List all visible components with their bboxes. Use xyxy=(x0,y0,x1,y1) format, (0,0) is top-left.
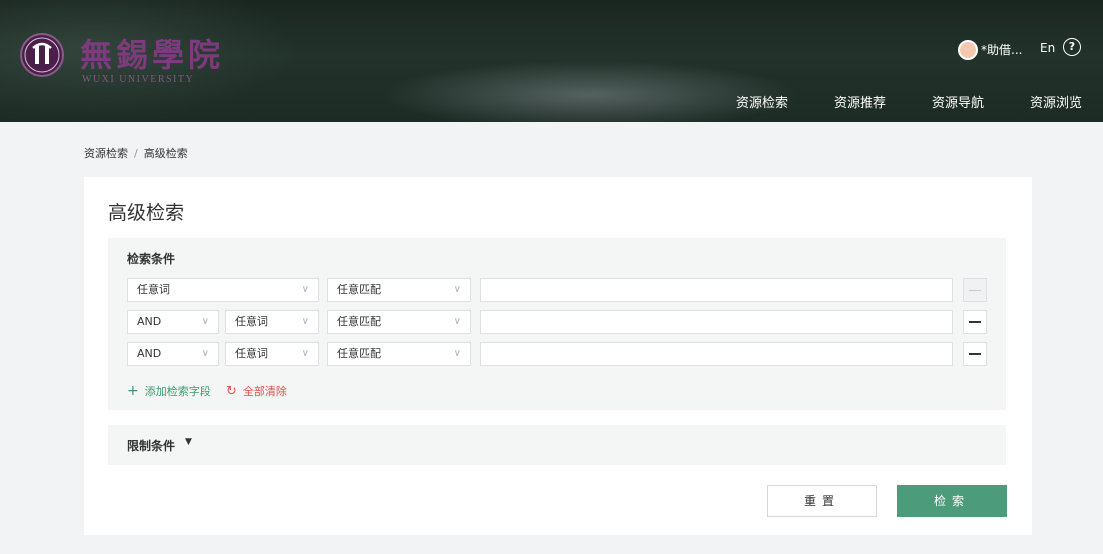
plus-icon: + xyxy=(127,383,139,399)
language-switch[interactable]: En xyxy=(1040,41,1055,55)
match-select-value: 任意匹配 xyxy=(337,347,381,360)
chevron-down-icon: ∨ xyxy=(453,284,461,295)
keyword-input-row-2[interactable] xyxy=(480,310,953,334)
field-select-row-1[interactable]: 任意词 ∨ xyxy=(127,278,319,302)
match-select-value: 任意匹配 xyxy=(337,283,381,296)
chevron-down-icon: ∨ xyxy=(301,316,309,327)
clear-all-label: 全部清除 xyxy=(242,385,287,398)
remove-row-button-1[interactable] xyxy=(963,278,987,302)
breadcrumb-item-resource-search[interactable]: 资源检索 xyxy=(84,147,128,160)
banner-highlight xyxy=(380,60,800,122)
help-icon[interactable]: ? xyxy=(1063,38,1081,56)
avatar[interactable] xyxy=(958,40,978,60)
nav-resource-recommend[interactable]: 资源推荐 xyxy=(834,92,886,111)
university-seal-logo[interactable] xyxy=(20,33,64,77)
match-select-row-1[interactable]: 任意匹配 ∨ xyxy=(327,278,471,302)
chevron-down-icon: ∨ xyxy=(301,284,309,295)
limits-title[interactable]: 限制条件 xyxy=(127,437,175,454)
field-select-row-3[interactable]: 任意词 ∨ xyxy=(225,342,319,366)
minus-icon xyxy=(969,353,981,355)
match-select-row-2[interactable]: 任意匹配 ∨ xyxy=(327,310,471,334)
logo-chinese-name: 無錫學院 xyxy=(80,36,225,74)
chevron-down-icon: ∨ xyxy=(301,348,309,359)
logic-select-value: AND xyxy=(137,315,162,328)
caret-down-icon[interactable]: ▼ xyxy=(185,437,192,447)
minus-icon xyxy=(969,289,981,291)
logic-select-value: AND xyxy=(137,347,162,360)
field-select-row-2[interactable]: 任意词 ∨ xyxy=(225,310,319,334)
chevron-down-icon: ∨ xyxy=(453,348,461,359)
reset-button[interactable]: 重置 xyxy=(767,485,877,517)
nav-resource-browse[interactable]: 资源浏览 xyxy=(1030,92,1082,111)
logic-select-row-2[interactable]: AND ∨ xyxy=(127,310,219,334)
nav-resource-navigation[interactable]: 资源导航 xyxy=(932,92,984,111)
breadcrumb-item-advanced-search: 高级检索 xyxy=(143,147,188,160)
user-name-link[interactable]: *助借... xyxy=(981,41,1022,58)
logic-select-row-3[interactable]: AND ∨ xyxy=(127,342,219,366)
add-search-field-button[interactable]: + 添加检索字段 xyxy=(127,383,211,399)
logo-english-name: WUXI UNIVERSITY xyxy=(82,74,195,85)
remove-row-button-3[interactable] xyxy=(963,342,987,366)
match-select-row-3[interactable]: 任意匹配 ∨ xyxy=(327,342,471,366)
limits-panel[interactable] xyxy=(108,425,1006,465)
field-select-value: 任意词 xyxy=(137,283,170,296)
refresh-icon: ↻ xyxy=(226,384,237,399)
breadcrumb: 资源检索 / 高级检索 xyxy=(84,145,188,161)
page-title: 高级检索 xyxy=(108,202,185,224)
keyword-input-row-1[interactable] xyxy=(480,278,953,302)
nav-resource-search[interactable]: 资源检索 xyxy=(736,92,788,111)
minus-icon xyxy=(969,321,981,323)
field-select-value: 任意词 xyxy=(235,315,268,328)
chevron-down-icon: ∨ xyxy=(201,348,209,359)
seal-emblem-icon xyxy=(24,37,60,73)
breadcrumb-separator: / xyxy=(134,147,138,160)
chevron-down-icon: ∨ xyxy=(201,316,209,327)
clear-all-button[interactable]: ↻ 全部清除 xyxy=(226,383,287,399)
field-select-value: 任意词 xyxy=(235,347,268,360)
chevron-down-icon: ∨ xyxy=(453,316,461,327)
add-search-field-label: 添加检索字段 xyxy=(144,385,211,398)
search-button[interactable]: 检索 xyxy=(897,485,1007,517)
conditions-title: 检索条件 xyxy=(127,252,176,266)
match-select-value: 任意匹配 xyxy=(337,315,381,328)
remove-row-button-2[interactable] xyxy=(963,310,987,334)
keyword-input-row-3[interactable] xyxy=(480,342,953,366)
